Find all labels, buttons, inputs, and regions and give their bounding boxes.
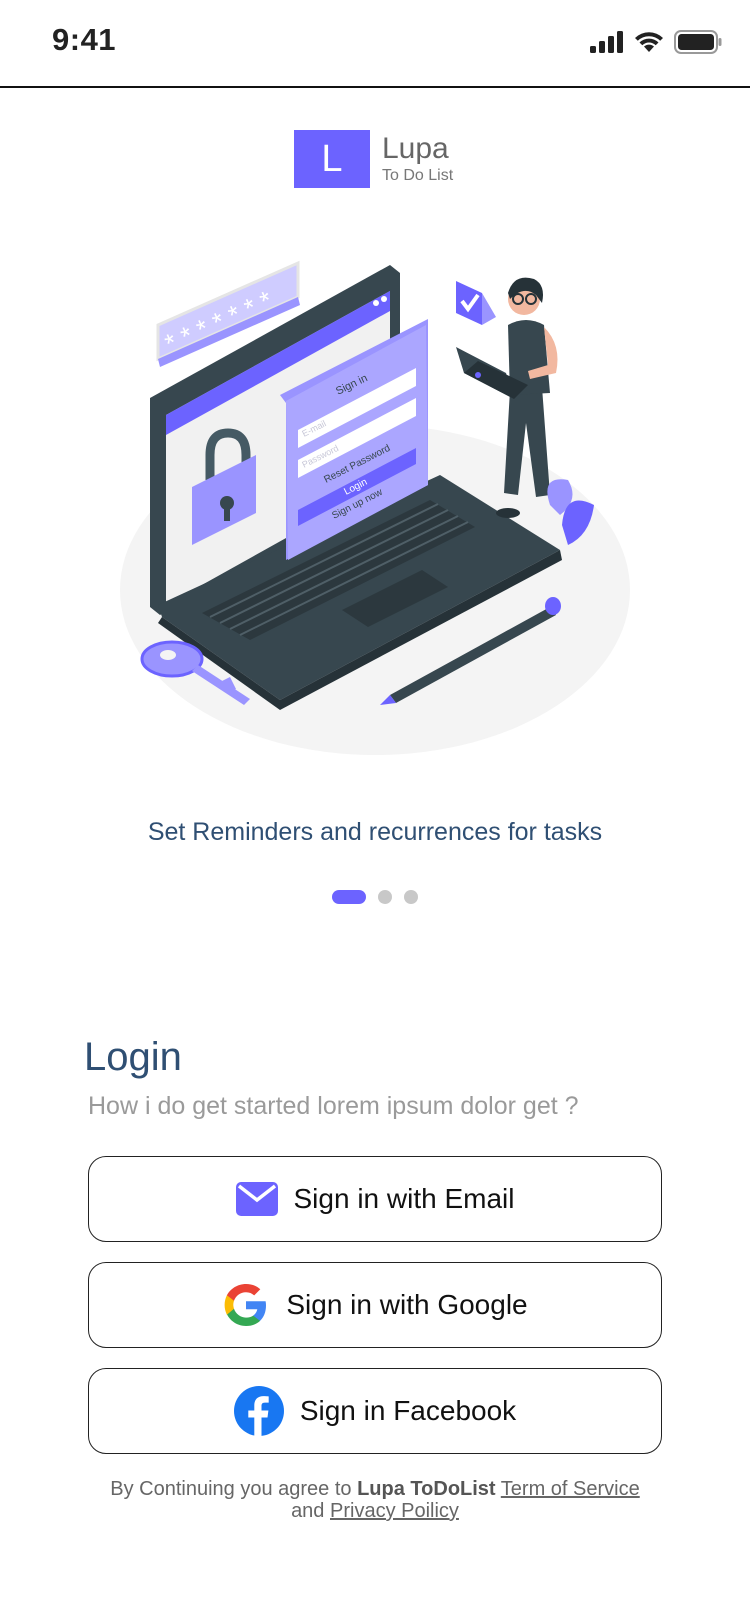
sign-in-email-button[interactable]: Sign in with Email: [88, 1156, 662, 1242]
sign-in-email-label: Sign in with Email: [293, 1183, 515, 1214]
wifi-icon: [634, 31, 664, 58]
terms-text: By Continuing you agree to Lupa ToDoList…: [0, 1478, 750, 1522]
logo-text: Lupa To Do List: [382, 132, 453, 186]
login-title: Login: [84, 1035, 182, 1079]
onboarding-caption: Set Reminders and recurrences for tasks: [147, 818, 603, 846]
mail-icon: [235, 1182, 278, 1216]
pagination-dots: [0, 890, 750, 904]
login-illustration: * * * * * * * Sign in E-mail Password Re…: [110, 255, 640, 755]
terms-prefix: By Continuing you agree to: [110, 1478, 352, 1500]
sign-in-google-label: Sign in with Google: [286, 1289, 528, 1320]
facebook-icon: [233, 1386, 284, 1436]
terms-of-service-link[interactable]: Term of Service: [501, 1478, 640, 1500]
logo-name: Lupa: [382, 132, 449, 165]
pagination-dot-2[interactable]: [378, 890, 392, 904]
app-logo: L Lupa To Do List: [294, 130, 453, 188]
status-bar: 9:41: [0, 0, 750, 88]
sign-in-google-button[interactable]: Sign in with Google: [88, 1262, 662, 1348]
logo-tagline: To Do List: [382, 167, 454, 184]
status-icons: [590, 30, 722, 59]
privacy-policy-link[interactable]: Privacy Poilicy: [330, 1500, 459, 1522]
sign-in-facebook-button[interactable]: Sign in Facebook: [88, 1368, 662, 1454]
status-time: 9:41: [52, 22, 117, 57]
login-subtitle: How i do get started lorem ipsum dolor g…: [88, 1092, 579, 1120]
sign-in-facebook-label: Sign in Facebook: [299, 1395, 517, 1426]
logo-mark: L: [294, 130, 370, 188]
pagination-dot-1[interactable]: [332, 890, 366, 904]
terms-brand: Lupa ToDoList: [357, 1478, 496, 1500]
pagination-dot-3[interactable]: [404, 890, 418, 904]
google-icon: [222, 1281, 270, 1329]
battery-icon: [674, 30, 722, 59]
terms-and: and: [291, 1500, 325, 1522]
signal-icon: [590, 31, 624, 58]
